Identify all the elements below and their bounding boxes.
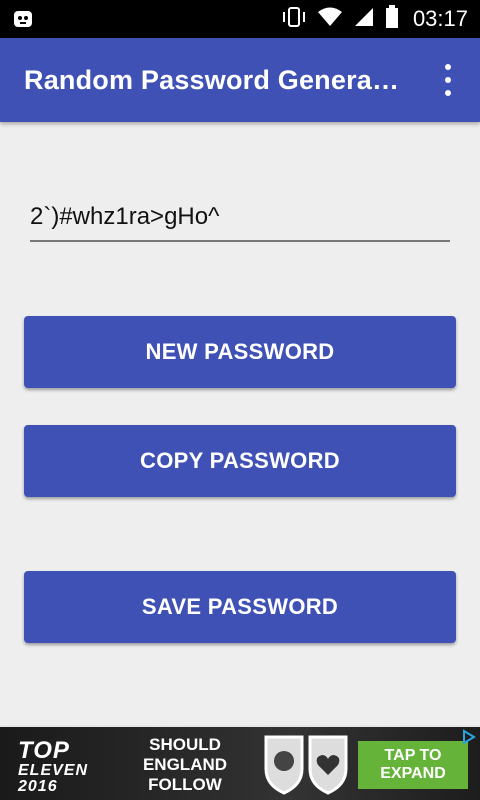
- cell-signal-icon: [353, 6, 375, 32]
- app-bar: Random Password Genera…: [0, 38, 480, 122]
- battery-icon: [385, 5, 399, 33]
- new-password-button[interactable]: NEW PASSWORD: [24, 316, 456, 388]
- menu-dot: [445, 90, 451, 96]
- app-notification-icon: [12, 8, 34, 30]
- ad-cta-line1: TAP TO: [384, 747, 442, 764]
- ad-brand-line1: TOP: [18, 737, 70, 764]
- ad-brand-line2: ELEVEN 2016: [18, 762, 89, 795]
- wifi-icon: [317, 6, 343, 32]
- status-bar: 03:17: [0, 0, 480, 38]
- ad-tap-to-expand-button[interactable]: TAP TO EXPAND: [358, 741, 468, 789]
- ad-creative[interactable]: TOP ELEVEN 2016 SHOULD ENGLAND FOLLOW TA…: [0, 727, 480, 800]
- password-field[interactable]: [30, 200, 450, 242]
- save-password-button[interactable]: SAVE PASSWORD: [24, 571, 456, 643]
- ad-banner[interactable]: TOP ELEVEN 2016 SHOULD ENGLAND FOLLOW TA…: [0, 725, 480, 800]
- vibrate-icon: [281, 6, 307, 32]
- ad-headline: SHOULD ENGLAND FOLLOW: [142, 735, 228, 794]
- status-time: 03:17: [412, 6, 468, 31]
- ad-cta-line2: EXPAND: [380, 765, 446, 782]
- status-icons: 03:17: [281, 0, 468, 38]
- menu-dot: [445, 64, 451, 70]
- ad-choices-icon[interactable]: [460, 729, 476, 745]
- app-title: Random Password Genera…: [24, 65, 400, 95]
- ad-brand-logo: TOP ELEVEN 2016: [18, 737, 128, 795]
- club-shields-icon: [262, 733, 350, 795]
- overflow-menu-icon[interactable]: [436, 64, 460, 96]
- menu-dot: [445, 77, 451, 83]
- copy-password-button[interactable]: COPY PASSWORD: [24, 425, 456, 497]
